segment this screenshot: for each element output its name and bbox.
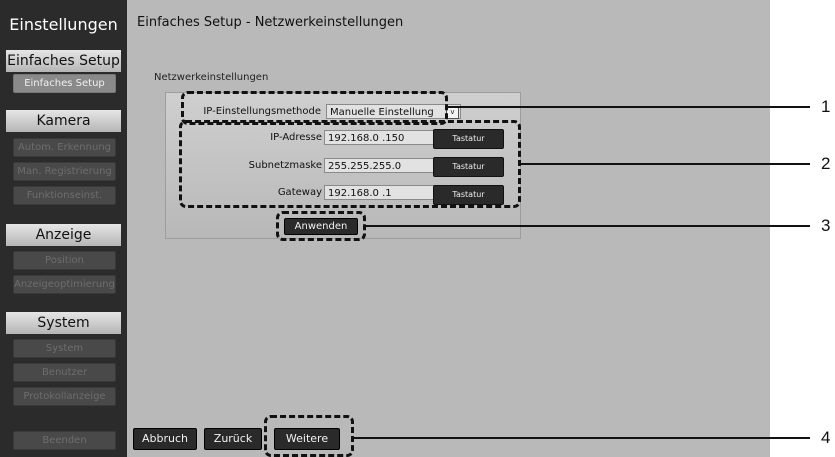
callout-line-4 bbox=[354, 437, 810, 439]
page-title: Einfaches Setup - Netzwerkeinstellungen bbox=[137, 15, 404, 30]
callout-number-3: 3 bbox=[821, 216, 831, 235]
section-system: System bbox=[6, 312, 121, 334]
callout-box-4 bbox=[264, 415, 354, 457]
section-kamera: Kamera bbox=[6, 110, 121, 132]
sidebar-item-protokollanzeige[interactable]: Protokollanzeige bbox=[13, 387, 116, 406]
sidebar: Einstellungen Einfaches Setup Einfaches … bbox=[0, 0, 127, 457]
callout-line-2 bbox=[521, 163, 810, 165]
sidebar-item-man-registrierung[interactable]: Man. Registrierung bbox=[13, 162, 116, 181]
callout-line-1 bbox=[448, 106, 810, 108]
sidebar-item-system[interactable]: System bbox=[13, 339, 116, 358]
exit-button[interactable]: Beenden bbox=[13, 431, 116, 450]
callout-number-4: 4 bbox=[821, 428, 831, 447]
panel-label: Netzwerkeinstellungen bbox=[154, 72, 269, 83]
sidebar-item-einfaches-setup[interactable]: Einfaches Setup bbox=[13, 74, 116, 93]
callout-number-1: 1 bbox=[821, 97, 831, 116]
sidebar-item-position[interactable]: Position bbox=[13, 251, 116, 270]
app-window: Einstellungen Einfaches Setup Einfaches … bbox=[0, 0, 770, 457]
main-content: Einfaches Setup - Netzwerkeinstellungen … bbox=[127, 0, 770, 457]
section-anzeige: Anzeige bbox=[6, 224, 121, 246]
cancel-button[interactable]: Abbruch bbox=[133, 428, 197, 450]
sidebar-item-funktionseinst[interactable]: Funktionseinst. bbox=[13, 186, 116, 205]
sidebar-title: Einstellungen bbox=[9, 15, 118, 34]
callout-box-2 bbox=[179, 120, 521, 208]
section-einfaches-setup: Einfaches Setup bbox=[6, 50, 121, 72]
callout-box-3 bbox=[276, 211, 366, 241]
sidebar-item-benutzer[interactable]: Benutzer bbox=[13, 363, 116, 382]
sidebar-item-anzeigeoptimierung[interactable]: Anzeigeoptimierung bbox=[13, 275, 116, 294]
callout-number-2: 2 bbox=[821, 154, 831, 173]
callout-line-3 bbox=[366, 225, 810, 227]
sidebar-item-autom-erkennung[interactable]: Autom. Erkennung bbox=[13, 138, 116, 157]
back-button[interactable]: Zurück bbox=[204, 428, 262, 450]
